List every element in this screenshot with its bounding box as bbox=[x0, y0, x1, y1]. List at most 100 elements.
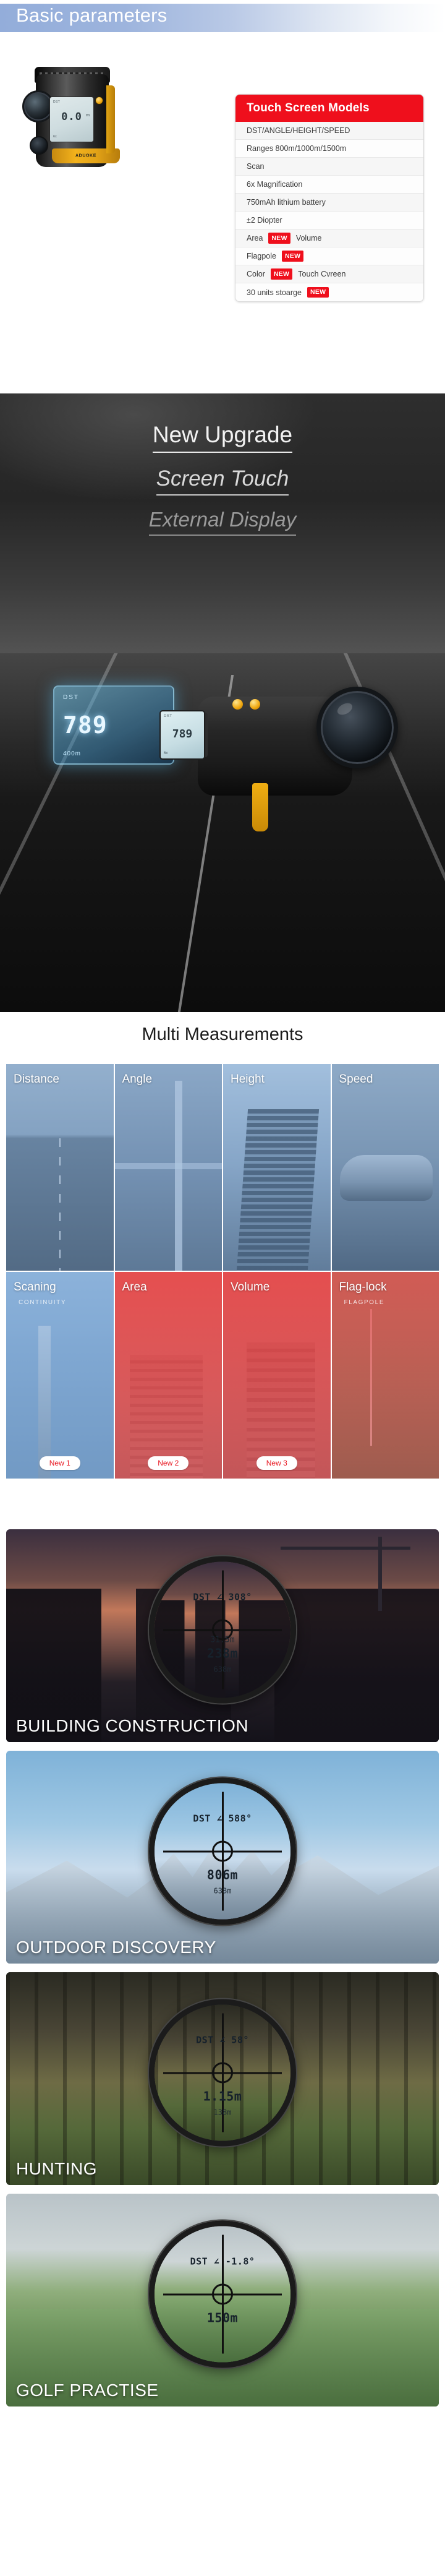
scope-readout-top: DST ∠ 588° bbox=[193, 1813, 252, 1824]
banner-device-lens bbox=[316, 687, 398, 768]
banner-device-strap bbox=[252, 783, 268, 831]
measurement-tile-flag-lock[interactable]: Flag-lock FLAGPOLE bbox=[331, 1272, 439, 1479]
device-lcd-unit: m bbox=[86, 113, 90, 118]
tile-new-badge: New 2 bbox=[148, 1456, 189, 1470]
measurement-tile-area[interactable]: Area New 2 bbox=[114, 1272, 222, 1479]
device-lcd-screen: DST 0.0 m 6x bbox=[49, 97, 94, 142]
tile-color-overlay bbox=[114, 1272, 222, 1479]
banner-device-screen-value: 789 bbox=[172, 728, 193, 741]
spec-row-secondary-label: Volume bbox=[295, 234, 322, 243]
tile-label: Scaning bbox=[14, 1281, 56, 1294]
spec-row-list: DST/ANGLE/HEIGHT/SPEED Ranges 800m/1000m/… bbox=[235, 122, 423, 301]
spec-row-label: ±2 Diopter bbox=[247, 216, 282, 225]
new-badge: NEW bbox=[268, 233, 290, 244]
spec-row: 750mAh lithium battery bbox=[235, 194, 423, 212]
device-side-panel bbox=[106, 85, 115, 153]
spec-row: Color NEW Touch Cvreen bbox=[235, 265, 423, 283]
tile-color-overlay bbox=[223, 1064, 331, 1271]
reticle-center-ring bbox=[212, 2283, 233, 2305]
rangefinder-scope-view: DST ∠ 58° 1.15m 138m bbox=[149, 1999, 296, 2147]
external-display-value: 789 bbox=[63, 711, 108, 739]
tile-color-overlay bbox=[6, 1064, 114, 1271]
scope-readout-top: DST ∠ 308° bbox=[193, 1591, 252, 1603]
tile-label: Flag-lock bbox=[339, 1281, 387, 1294]
scope-readout-distance: 150m bbox=[206, 2310, 239, 2325]
specification-card: Touch Screen Models DST/ANGLE/HEIGHT/SPE… bbox=[235, 94, 424, 302]
product-photo: ADUOKE DST 0.0 m 6x bbox=[22, 61, 134, 179]
banner-device-screen-bottom-label: 6x bbox=[164, 752, 168, 755]
scope-readout-mid: 31.5m bbox=[210, 1635, 235, 1645]
tile-sublabel: FLAGPOLE bbox=[344, 1299, 385, 1306]
construction-crane bbox=[281, 1537, 410, 1611]
external-display-panel: DST 789 400m bbox=[53, 685, 174, 765]
scenario-caption: HUNTING bbox=[16, 2159, 98, 2178]
spec-row-label: Flagpole bbox=[247, 252, 276, 260]
measurement-tile-grid: Distance Angle Height Speed Scaning CONTINUIT… bbox=[6, 1064, 439, 1479]
device-button-3 bbox=[95, 97, 103, 105]
product-detail-page: Basic parameters ADUOKE DST 0.0 m 6x Tou… bbox=[0, 0, 445, 2576]
spec-row-label: 6x Magnification bbox=[247, 180, 303, 189]
scope-readout-top: DST ∠ -1.8° bbox=[190, 2256, 255, 2267]
device-laser-aperture bbox=[30, 136, 48, 155]
measurement-tile-angle[interactable]: Angle bbox=[114, 1064, 222, 1271]
spec-row: 6x Magnification bbox=[235, 176, 423, 194]
tile-color-overlay bbox=[114, 1064, 222, 1271]
scope-readout-bottom: 138m bbox=[213, 2108, 232, 2117]
tile-label: Area bbox=[122, 1281, 147, 1294]
spec-row-label: Color bbox=[247, 270, 265, 278]
scenario-caption: BUILDING CONSTRUCTION bbox=[16, 1716, 249, 1735]
tile-color-overlay bbox=[223, 1272, 331, 1479]
tile-label: Speed bbox=[339, 1073, 373, 1086]
device-lcd-bottom-label: 6x bbox=[53, 135, 57, 139]
external-display-top-label: DST bbox=[63, 694, 79, 701]
scope-readout-bottom: 638m bbox=[213, 1886, 232, 1896]
spec-row-label: 750mAh lithium battery bbox=[247, 198, 326, 207]
multi-measurements-section: Multi Measurements Distance Angle Height Sp… bbox=[0, 1012, 445, 1529]
external-display-bottom-label: 400m bbox=[63, 750, 82, 757]
scope-readout-distance: 238m bbox=[206, 1646, 239, 1661]
rangefinder-scope-view: DST ∠ 588° 806m 638m bbox=[149, 1777, 296, 1925]
scenario-card: DST ∠ 308° 31.5m 238m 638m BUILDING CONSTRUC… bbox=[6, 1529, 439, 1742]
spec-row-label: Ranges 800m/1000m/1500m bbox=[247, 144, 347, 153]
scenario-card: DST ∠ -1.8° 150m GOLF PRACTISE bbox=[6, 2194, 439, 2406]
brand-label: ADUOKE bbox=[75, 153, 96, 158]
banner-line-2: Screen Touch bbox=[156, 466, 289, 496]
rangefinder-scope-view: DST ∠ -1.8° 150m bbox=[149, 2220, 296, 2368]
measurement-tile-scaning[interactable]: Scaning CONTINUITY New 1 bbox=[6, 1272, 114, 1479]
rangefinder-scope-view: DST ∠ 308° 31.5m 238m 638m bbox=[149, 1556, 296, 1704]
scenario-card: DST ∠ 588° 806m 638m OUTDOOR DISCOVERY bbox=[6, 1751, 439, 1964]
tile-sublabel: CONTINUITY bbox=[19, 1299, 67, 1306]
spec-row: Ranges 800m/1000m/1500m bbox=[235, 140, 423, 158]
measurement-tile-height[interactable]: Height bbox=[223, 1064, 331, 1271]
measurement-tile-volume[interactable]: Volume New 3 bbox=[223, 1272, 331, 1479]
reticle-center-ring bbox=[212, 2062, 233, 2084]
spec-row: Area NEW Volume bbox=[235, 230, 423, 247]
spec-row: ±2 Diopter bbox=[235, 212, 423, 230]
banner-line-3: External Display bbox=[148, 508, 297, 536]
basic-parameters-section: Basic parameters ADUOKE DST 0.0 m 6x Tou… bbox=[0, 0, 445, 393]
banner-line-1: New Upgrade bbox=[152, 422, 293, 453]
spec-row: Flagpole NEW bbox=[235, 247, 423, 265]
spec-row-secondary-label: Touch Cvreen bbox=[298, 270, 346, 278]
multi-measurements-heading: Multi Measurements bbox=[142, 1024, 303, 1044]
measurement-tile-distance[interactable]: Distance bbox=[6, 1064, 114, 1271]
spec-row-label: DST/ANGLE/HEIGHT/SPEED bbox=[247, 126, 350, 135]
banner-device-screen: DST 789 6x bbox=[159, 710, 205, 760]
scope-readout-bottom: 638m bbox=[213, 1665, 232, 1674]
tile-label: Angle bbox=[122, 1073, 153, 1086]
tile-new-badge: New 1 bbox=[39, 1456, 80, 1470]
measurement-tile-speed[interactable]: Speed bbox=[331, 1064, 439, 1271]
scenario-caption: GOLF PRACTISE bbox=[16, 2381, 159, 2400]
page-title: Basic parameters bbox=[16, 4, 167, 26]
tile-new-badge: New 3 bbox=[256, 1456, 297, 1470]
spec-row: Scan bbox=[235, 158, 423, 176]
banner-device-button-2 bbox=[250, 699, 260, 710]
new-upgrade-banner: New Upgrade Screen Touch External Displa… bbox=[0, 393, 445, 1012]
spec-card-header: Touch Screen Models bbox=[235, 95, 423, 122]
device-lcd-value: 0.0 bbox=[61, 111, 82, 123]
banner-product-photo bbox=[183, 678, 398, 833]
banner-device-button-1 bbox=[232, 699, 243, 710]
new-badge: NEW bbox=[281, 251, 304, 262]
device-lcd-top-label: DST bbox=[53, 100, 61, 104]
use-case-scenarios-section: DST ∠ 308° 31.5m 238m 638m BUILDING CONSTRUC… bbox=[0, 1529, 445, 2406]
